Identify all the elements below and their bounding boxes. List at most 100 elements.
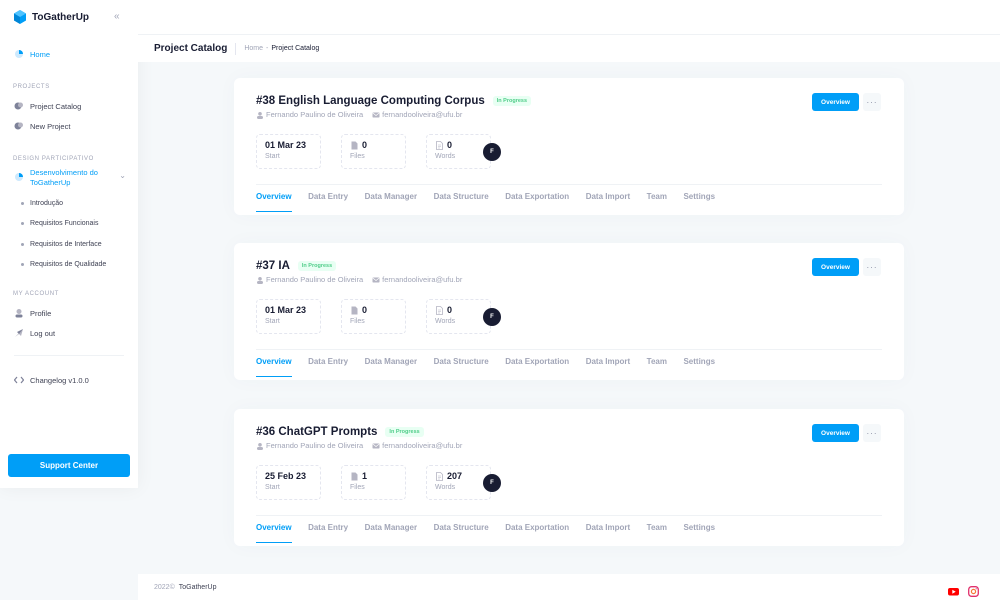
tab-settings[interactable]: Settings	[683, 357, 715, 377]
footer-year: 2022©	[154, 583, 175, 591]
document-icon	[435, 140, 444, 150]
stat-start: 25 Feb 23 Start	[256, 465, 321, 500]
project-title[interactable]: #36 ChatGPT Prompts	[256, 426, 377, 438]
page-title: Project Catalog	[154, 43, 228, 54]
tab-data-entry[interactable]: Data Entry	[308, 357, 348, 377]
stat-words-value: 0	[447, 140, 453, 150]
document-icon	[435, 305, 444, 315]
stat-files-value: 0	[362, 305, 368, 315]
card-divider	[256, 349, 882, 350]
project-author: Fernando Paulino de Oliveira	[266, 110, 364, 119]
tab-settings[interactable]: Settings	[683, 192, 715, 212]
tab-data-import[interactable]: Data Import	[586, 192, 630, 212]
card-title-row: #37 IA In Progress	[256, 260, 337, 272]
tab-data-exportation[interactable]: Data Exportation	[505, 357, 569, 377]
section-label-design: DESIGN PARTICIPATIVO	[13, 156, 94, 162]
profile-icon	[14, 308, 24, 318]
sidebar-item-project-catalog[interactable]: Project Catalog	[0, 96, 138, 116]
project-email[interactable]: fernandooliveira@ufu.br	[382, 110, 462, 119]
stat-files-label: Files	[350, 318, 365, 325]
collapse-icon[interactable]: «	[114, 12, 124, 22]
tab-team[interactable]: Team	[647, 357, 667, 377]
footer-brand[interactable]: ToGatherUp	[179, 584, 217, 591]
overview-button[interactable]: Overview	[812, 93, 859, 111]
sidebar-subitem-label: Requisitos de Interface	[30, 240, 102, 248]
tab-data-entry[interactable]: Data Entry	[308, 523, 348, 543]
sidebar-item-logout[interactable]: Log out	[0, 323, 138, 343]
sidebar-group-desenvolvimento[interactable]: Desenvolvimento do ToGatherUp ⌄	[0, 168, 138, 188]
footer: 2022© ToGatherUp	[138, 574, 1000, 600]
tab-data-manager[interactable]: Data Manager	[365, 357, 417, 377]
file-icon	[350, 141, 359, 150]
new-project-icon	[14, 121, 24, 131]
title-divider	[235, 42, 237, 55]
sidebar-item-label: Project Catalog	[30, 101, 82, 111]
project-meta: Fernando Paulino de Oliveira fernandooli…	[256, 441, 462, 450]
avatar[interactable]: F	[483, 474, 501, 492]
sidebar-item-label: Log out	[30, 328, 56, 338]
instagram-icon[interactable]	[968, 586, 979, 597]
card-divider	[256, 184, 882, 185]
tab-data-structure[interactable]: Data Structure	[434, 523, 489, 543]
sidebar-subitem-label: Requisitos de Qualidade	[30, 261, 107, 269]
stat-words-label: Words	[435, 153, 456, 160]
sidebar-subitem-requisitos-qualidade[interactable]: Requisitos de Qualidade	[0, 255, 138, 276]
support-center-button[interactable]: Support Center	[8, 454, 130, 477]
tab-data-import[interactable]: Data Import	[586, 357, 630, 377]
card-divider	[256, 515, 882, 516]
sidebar-subitem-requisitos-funcionais[interactable]: Requisitos Funcionais	[0, 214, 138, 235]
status-badge: In Progress	[297, 261, 337, 271]
bullet-icon	[21, 242, 24, 246]
more-options-button[interactable]: ···	[863, 424, 881, 442]
breadcrumb-home[interactable]: Home	[244, 45, 263, 52]
tab-data-exportation[interactable]: Data Exportation	[505, 523, 569, 543]
tab-data-manager[interactable]: Data Manager	[365, 523, 417, 543]
more-options-button[interactable]: ···	[863, 93, 881, 111]
sidebar-subitem-requisitos-interface[interactable]: Requisitos de Interface	[0, 234, 138, 255]
sidebar-item-changelog[interactable]: Changelog v1.0.0	[0, 370, 138, 390]
avatar[interactable]: F	[483, 143, 501, 161]
file-icon	[350, 306, 359, 315]
app-name[interactable]: ToGatherUp	[32, 12, 89, 23]
overview-button[interactable]: Overview	[812, 258, 859, 276]
youtube-icon[interactable]	[948, 586, 959, 597]
project-email[interactable]: fernandooliveira@ufu.br	[382, 441, 462, 450]
stat-start-value: 01 Mar 23	[265, 140, 307, 150]
avatar[interactable]: F	[483, 308, 501, 326]
project-email[interactable]: fernandooliveira@ufu.br	[382, 275, 462, 284]
tab-data-manager[interactable]: Data Manager	[365, 192, 417, 212]
stat-start-label: Start	[265, 153, 280, 160]
tab-data-structure[interactable]: Data Structure	[434, 357, 489, 377]
sidebar-item-new-project[interactable]: New Project	[0, 116, 138, 136]
header: Project Catalog Home - Project Catalog	[138, 0, 1000, 62]
stat-words: 207 Words	[426, 465, 491, 500]
tab-overview[interactable]: Overview	[256, 523, 292, 543]
project-title[interactable]: #37 IA	[256, 260, 290, 272]
project-stats: 01 Mar 23 Start 0 Files 0 Words	[256, 299, 511, 334]
chevron-down-icon[interactable]: ⌄	[119, 172, 126, 180]
tab-data-structure[interactable]: Data Structure	[434, 192, 489, 212]
stat-files-value: 0	[362, 140, 368, 150]
tab-overview[interactable]: Overview	[256, 192, 292, 212]
sidebar-subitem-introducao[interactable]: Introdução	[0, 193, 138, 214]
overview-button[interactable]: Overview	[812, 424, 859, 442]
tab-data-exportation[interactable]: Data Exportation	[505, 192, 569, 212]
toolbar: Project Catalog Home - Project Catalog	[138, 34, 1000, 62]
tab-data-import[interactable]: Data Import	[586, 523, 630, 543]
sidebar-item-home[interactable]: Home	[0, 44, 138, 64]
sidebar-subitem-label: Introdução	[30, 199, 64, 207]
sidebar-item-profile[interactable]: Profile	[0, 303, 138, 323]
stat-words: 0 Words	[426, 134, 491, 169]
project-meta: Fernando Paulino de Oliveira fernandooli…	[256, 110, 462, 119]
sidebar-item-label: New Project	[30, 121, 71, 131]
tab-overview[interactable]: Overview	[256, 357, 292, 377]
tab-team[interactable]: Team	[647, 192, 667, 212]
stat-words-label: Words	[435, 318, 456, 325]
project-title[interactable]: #38 English Language Computing Corpus	[256, 95, 485, 107]
stat-words-value: 0	[447, 305, 453, 315]
tab-team[interactable]: Team	[647, 523, 667, 543]
more-options-button[interactable]: ···	[863, 258, 881, 276]
tab-settings[interactable]: Settings	[683, 523, 715, 543]
tab-data-entry[interactable]: Data Entry	[308, 192, 348, 212]
project-stats: 25 Feb 23 Start 1 Files 207 Words	[256, 465, 511, 500]
